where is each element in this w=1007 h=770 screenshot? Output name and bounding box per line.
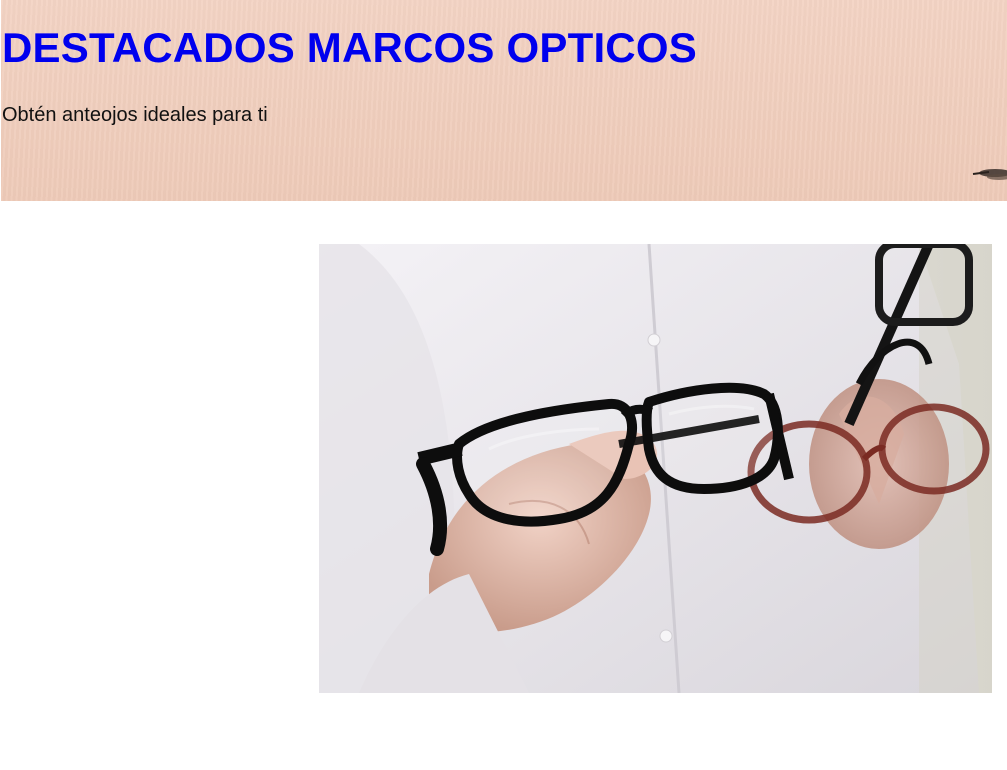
hero-banner: DESTACADOS MARCOS OPTICOS Obtén anteojos… bbox=[1, 0, 1007, 201]
page-title: DESTACADOS MARCOS OPTICOS bbox=[2, 24, 697, 71]
eyeglasses-photo bbox=[319, 244, 992, 693]
glasses-corner-decoration bbox=[972, 169, 1007, 180]
page-subtitle: Obtén anteojos ideales para ti bbox=[2, 104, 268, 126]
